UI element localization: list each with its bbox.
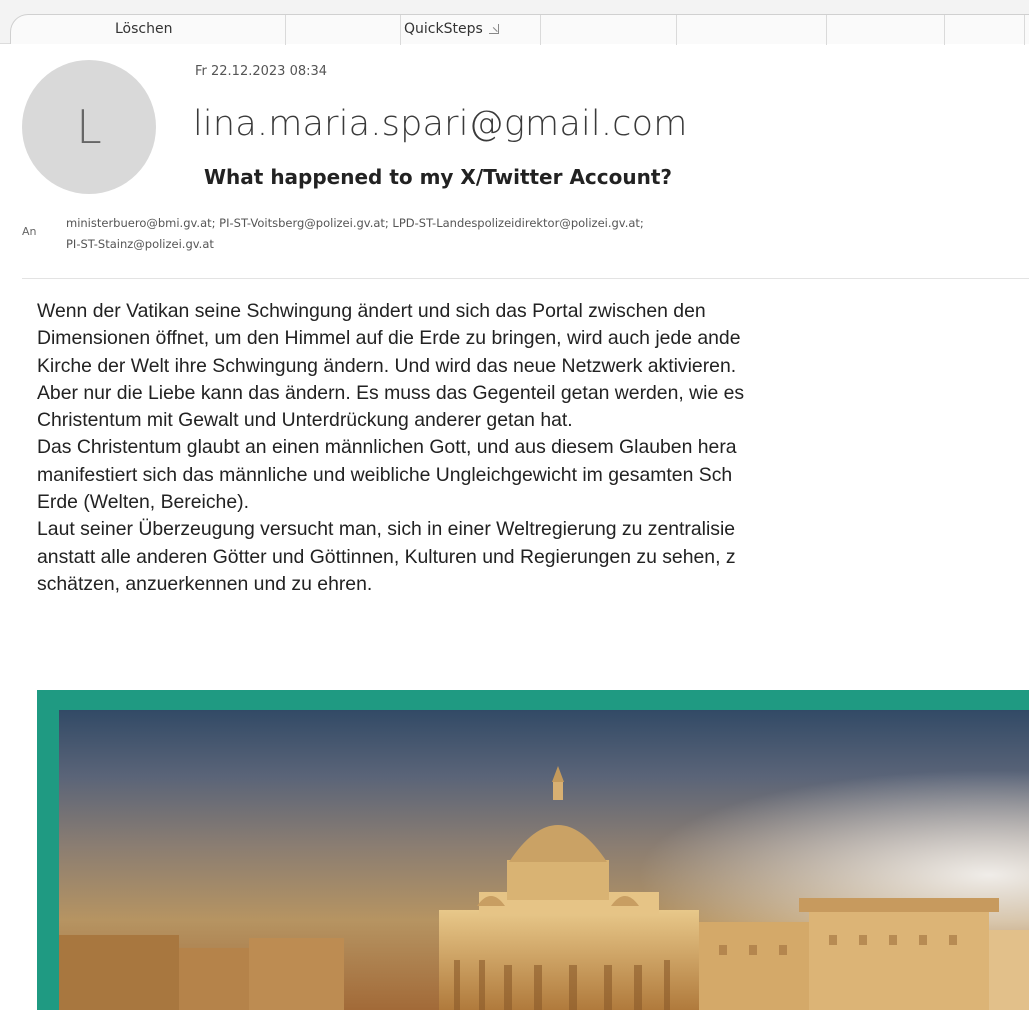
body-line: Das Christentum glaubt an einen männlich…	[37, 436, 737, 459]
recipients-line[interactable]: ministerbuero@bmi.gv.at; PI-ST-Voitsberg…	[66, 213, 996, 234]
avatar[interactable]: L	[22, 60, 156, 194]
message-date: Fr 22.12.2023 08:34	[195, 64, 328, 79]
body-line: manifestiert sich das männliche und weib…	[37, 463, 733, 486]
message-subject: What happened to my X/Twitter Account?	[204, 165, 673, 189]
ribbon: Löschen QuickSteps	[0, 0, 1029, 45]
recipients-list[interactable]: ministerbuero@bmi.gv.at; PI-ST-Voitsberg…	[66, 213, 996, 255]
ribbon-spacer-5	[945, 15, 1025, 45]
body-line: Kirche der Welt ihre Schwingung ändern. …	[37, 354, 737, 377]
vatican-skyline-image	[59, 710, 1029, 1010]
body-line: Laut seiner Überzeugung versucht man, si…	[37, 518, 736, 541]
ribbon-group-delete[interactable]: Löschen	[11, 15, 286, 45]
body-line: Dimensionen öffnet, um den Himmel auf di…	[37, 327, 741, 350]
quicksteps-label: QuickSteps	[404, 21, 483, 37]
body-line: Aber nur die Liebe kann das ändern. Es m…	[37, 381, 745, 404]
ribbon-groups: Löschen QuickSteps	[10, 14, 1029, 45]
body-line: Erde (Welten, Bereiche).	[37, 491, 249, 514]
to-label: An	[22, 225, 37, 238]
ribbon-spacer-4	[827, 15, 945, 45]
message-body: Wenn der Vatikan seine Schwingung ändert…	[37, 298, 1029, 598]
recipients-line[interactable]: PI-ST-Stainz@polizei.gv.at	[66, 234, 996, 255]
sender-address[interactable]: lina.maria.spari@gmail.com	[193, 104, 688, 144]
ribbon-spacer-2	[541, 15, 677, 45]
ribbon-spacer-1	[286, 15, 401, 45]
embedded-image-frame	[37, 690, 1029, 1010]
ribbon-group-label-delete: Löschen	[115, 21, 173, 37]
body-line: schätzen, anzuerkennen und zu ehren.	[37, 572, 373, 595]
vatican-photo	[59, 710, 1029, 1010]
body-line: Wenn der Vatikan seine Schwingung ändert…	[37, 300, 706, 322]
body-line: anstatt alle anderen Götter und Göttinne…	[37, 545, 736, 568]
ribbon-group-quicksteps[interactable]: QuickSteps	[401, 15, 541, 45]
dialog-launcher-icon[interactable]	[488, 24, 499, 34]
header-divider	[22, 278, 1029, 279]
ribbon-spacer-3	[677, 15, 827, 45]
body-line: Christentum mit Gewalt und Unterdrückung…	[37, 409, 573, 432]
ribbon-group-label-quicksteps: QuickSteps	[404, 21, 499, 37]
